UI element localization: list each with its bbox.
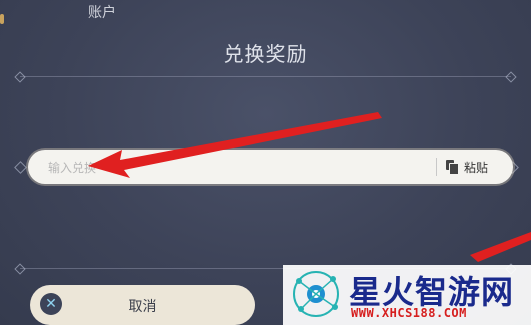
watermark-url: WWW.XHCS188.COM bbox=[351, 306, 467, 320]
red-arrow-corner bbox=[470, 232, 531, 262]
network-logo-icon bbox=[293, 271, 339, 317]
site-watermark: 星火智游网 WWW.XHCS188.COM bbox=[283, 265, 531, 325]
red-arrow-main bbox=[88, 112, 382, 178]
